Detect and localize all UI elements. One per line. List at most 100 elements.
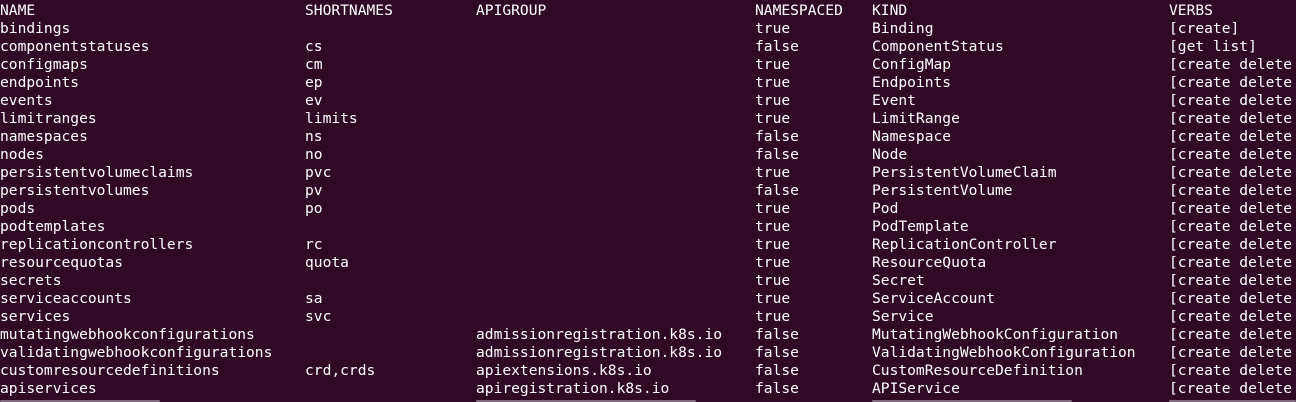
row-apigroup: apiregistration.k8s.io [476,380,670,397]
row-shortnames: pv [305,182,323,199]
row-namespaced: false [755,182,799,199]
row-verbs: [create delete [1169,74,1293,91]
row-verbs: [create delete [1169,92,1293,109]
row-kind: Namespace [872,128,952,145]
row-namespaced: false [755,146,799,163]
next-line-fragment [0,398,1296,402]
row-namespaced: false [755,128,799,145]
table-row: serviceaccounts sa true ServiceAccount [… [0,290,1296,308]
row-apigroup: admissionregistration.k8s.io [476,326,723,343]
row-verbs: [create delete [1169,290,1293,307]
row-namespaced: true [755,308,791,325]
row-verbs: [create delete [1169,164,1293,181]
row-namespaced: true [755,236,791,253]
row-verbs: [create delete [1169,200,1293,217]
row-verbs: [get list] [1169,38,1257,55]
table-row: events ev true Event [create delete [0,92,1296,110]
row-name: persistentvolumes [0,182,150,199]
table-row: namespaces ns false Namespace [create de… [0,128,1296,146]
row-kind: Endpoints [872,74,952,91]
table-row: endpoints ep true Endpoints [create dele… [0,74,1296,92]
row-namespaced: true [755,254,791,271]
row-namespaced: true [755,200,791,217]
row-shortnames: ep [305,74,323,91]
table-row: podtemplates true PodTemplate [create de… [0,218,1296,236]
row-name: apiservices [0,380,97,397]
row-namespaced: true [755,218,791,235]
row-kind: CustomResourceDefinition [872,362,1083,379]
row-namespaced: true [755,290,791,307]
row-shortnames: cs [305,38,323,55]
row-name: pods [0,200,36,217]
row-shortnames: svc [305,308,332,325]
table-header: NAME SHORTNAMES APIGROUP NAMESPACED KIND… [0,2,1296,20]
row-namespaced: false [755,380,799,397]
row-namespaced: true [755,110,791,127]
row-namespaced: false [755,38,799,55]
row-shortnames: sa [305,290,323,307]
table-row: persistentvolumes pv false PersistentVol… [0,182,1296,200]
row-verbs: [create delete [1169,254,1293,271]
header-name: NAME [0,2,36,19]
row-name: serviceaccounts [0,290,132,307]
row-namespaced: false [755,326,799,343]
row-namespaced: true [755,92,791,109]
row-kind: ComponentStatus [872,38,1004,55]
row-verbs: [create delete [1169,362,1293,379]
row-apigroup: admissionregistration.k8s.io [476,344,723,361]
header-namespaced: NAMESPACED [755,2,843,19]
table-row: bindings true Binding [create] [0,20,1296,38]
row-kind: PersistentVolumeClaim [872,164,1057,181]
row-shortnames: rc [305,236,323,253]
table-row: apiservices apiregistration.k8s.io false… [0,380,1296,398]
row-kind: Event [872,92,916,109]
row-kind: PodTemplate [872,218,969,235]
row-shortnames: po [305,200,323,217]
row-name: persistentvolumeclaims [0,164,194,181]
row-namespaced: false [755,344,799,361]
row-kind: ValidatingWebhookConfiguration [872,344,1136,361]
row-kind: LimitRange [872,110,960,127]
row-kind: ConfigMap [872,56,952,73]
row-kind: Node [872,146,908,163]
row-verbs: [create] [1169,20,1240,37]
header-apigroup: APIGROUP [476,2,547,19]
header-verbs: VERBS [1169,2,1213,19]
row-name: endpoints [0,74,80,91]
row-name: services [0,308,71,325]
row-verbs: [create delete [1169,236,1293,253]
row-name: replicationcontrollers [0,236,194,253]
terminal-window[interactable]: NAME SHORTNAMES APIGROUP NAMESPACED KIND… [0,0,1296,402]
row-name: validatingwebhookconfigurations [0,344,273,361]
row-kind: Secret [872,272,925,289]
row-apigroup: apiextensions.k8s.io [476,362,652,379]
table-row: secrets true Secret [create delete [0,272,1296,290]
header-shortnames: SHORTNAMES [305,2,393,19]
header-kind: KIND [872,2,908,19]
row-namespaced: false [755,362,799,379]
table-row: resourcequotas quota true ResourceQuota … [0,254,1296,272]
row-name: componentstatuses [0,38,150,55]
row-verbs: [create delete [1169,146,1293,163]
table-row: configmaps cm true ConfigMap [create del… [0,56,1296,74]
row-name: secrets [0,272,62,289]
row-kind: Binding [872,20,934,37]
table-row: componentstatuses cs false ComponentStat… [0,38,1296,56]
row-kind: ReplicationController [872,236,1057,253]
row-shortnames: ns [305,128,323,145]
row-name: mutatingwebhookconfigurations [0,326,255,343]
row-shortnames: crd,crds [305,362,376,379]
table-row: mutatingwebhookconfigurations admissionr… [0,326,1296,344]
row-namespaced: true [755,74,791,91]
row-kind: ResourceQuota [872,254,987,271]
table-row: persistentvolumeclaims pvc true Persiste… [0,164,1296,182]
row-namespaced: true [755,20,791,37]
row-shortnames: cm [305,56,323,73]
row-shortnames: ev [305,92,323,109]
row-namespaced: true [755,272,791,289]
row-kind: Pod [872,200,899,217]
row-verbs: [create delete [1169,272,1293,289]
row-name: bindings [0,20,71,37]
row-verbs: [create delete [1169,326,1293,343]
row-verbs: [create delete [1169,218,1293,235]
